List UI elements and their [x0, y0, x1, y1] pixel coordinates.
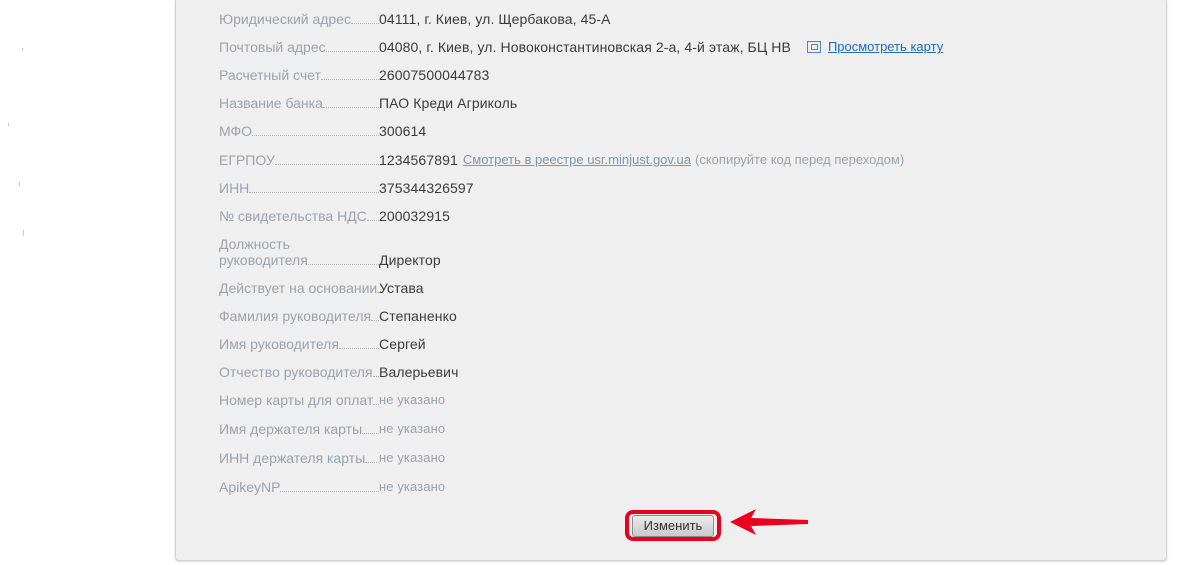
dot-leader — [338, 347, 379, 349]
field-label: № свидетельства НДС — [219, 208, 367, 224]
field-value: 375344326597 — [379, 180, 474, 196]
field-label: МФО — [219, 123, 253, 139]
field-bank-name: Название банка ПАО Креди Агриколь — [219, 95, 517, 111]
field-egrpou: ЕГРПОУ 1234567891 Смотреть в реестре usr… — [219, 152, 904, 168]
field-value: 26007500044783 — [379, 67, 490, 83]
field-label: Отчество руководителя — [219, 364, 373, 380]
field-vat-certificate: № свидетельства НДС 200032915 — [219, 208, 450, 224]
dot-leader — [307, 263, 379, 265]
registry-link[interactable]: Смотреть в реестре usr.minjust.gov.ua — [463, 152, 691, 168]
field-label: ИНН — [219, 180, 250, 196]
field-value: Степаненко — [379, 308, 457, 324]
field-value: не указано — [379, 392, 446, 407]
dot-leader — [249, 191, 379, 193]
dot-leader — [320, 78, 379, 80]
field-label: Имя руководителя — [219, 336, 339, 352]
field-director-patronymic: Отчество руководителя Валерьевич — [219, 364, 459, 380]
field-label: Имя держателя карты — [219, 421, 363, 437]
edge-mark — [23, 230, 24, 236]
field-account: Расчетный счет 26007500044783 — [219, 67, 489, 83]
field-label: ИНН держателя карты — [219, 450, 366, 466]
field-card-number: Номер карты для оплат не указано — [219, 392, 445, 408]
field-label: Действует на основании — [219, 280, 378, 296]
field-value: 200032915 — [379, 208, 450, 224]
field-label: руководителя — [219, 252, 308, 268]
dot-leader — [351, 22, 379, 24]
arrow-pointer-icon — [730, 509, 808, 535]
dot-leader — [371, 319, 379, 321]
field-value: 04080, г. Киев, ул. Новоконстантиновская… — [379, 39, 791, 55]
field-value: ПАО Креди Агриколь — [379, 95, 518, 111]
field-value: 04111, г. Киев, ул. Щербакова, 45-А — [379, 11, 611, 27]
edge-mark — [8, 123, 9, 126]
dot-leader — [252, 134, 379, 136]
dot-leader — [280, 490, 379, 492]
field-label: Почтовый адрес — [219, 39, 326, 55]
registry-note: (скопируйте код перед переходом) — [695, 152, 905, 167]
field-apikey-np: ApikeyNP не указано — [219, 479, 445, 495]
map-icon[interactable] — [806, 41, 821, 53]
dot-leader — [365, 461, 379, 463]
field-value: Сергей — [379, 336, 426, 352]
field-label: Юридический адрес — [219, 11, 352, 27]
edit-button[interactable]: Изменить — [632, 515, 714, 537]
field-acts-on-basis: Действует на основании Устава — [219, 280, 424, 296]
field-label: Расчетный счет — [219, 67, 321, 83]
details-panel-body: Юридический адрес 04111, г. Киев, ул. Ще… — [175, 0, 1167, 561]
details-panel: Юридический адрес 04111, г. Киев, ул. Ще… — [172, 0, 1172, 565]
view-map-link[interactable]: Просмотреть карту — [828, 39, 943, 55]
field-inn: ИНН 375344326597 — [219, 180, 474, 196]
field-value: Устава — [379, 280, 424, 296]
field-label: Номер карты для оплат — [219, 392, 374, 408]
field-postal-address: Почтовый адрес 04080, г. Киев, ул. Новок… — [219, 39, 943, 55]
field-label: ApikeyNP — [219, 479, 281, 495]
field-value: 1234567891 — [379, 152, 458, 168]
field-value: Валерьевич — [379, 364, 459, 380]
field-director-name: Имя руководителя Сергей — [219, 336, 426, 352]
dot-leader — [325, 50, 379, 52]
dot-leader — [362, 432, 379, 434]
field-label: Должность — [219, 236, 290, 252]
dot-leader — [274, 163, 379, 165]
field-card-holder-name: Имя держателя карты не указано — [219, 421, 445, 437]
field-legal-address: Юридический адрес 04111, г. Киев, ул. Ще… — [219, 11, 611, 27]
field-card-holder-inn: ИНН держателя карты не указано — [219, 450, 445, 466]
edge-mark — [19, 182, 20, 186]
field-director-position: Должность руководителя Директор — [219, 236, 441, 268]
field-director-surname: Фамилия руководителя Степаненко — [219, 308, 457, 324]
field-value: не указано — [379, 479, 446, 494]
field-value: 300614 — [379, 123, 427, 139]
dot-leader — [322, 106, 379, 108]
field-value: не указано — [379, 450, 446, 465]
field-label: Название банка — [219, 95, 323, 111]
field-value: Директор — [379, 252, 441, 268]
field-label: Фамилия руководителя — [219, 308, 372, 324]
field-mfo: МФО 300614 — [219, 123, 426, 139]
dot-leader — [366, 219, 379, 221]
field-value: не указано — [379, 421, 446, 436]
edge-mark — [22, 48, 23, 51]
field-label: ЕГРПОУ — [219, 152, 275, 168]
